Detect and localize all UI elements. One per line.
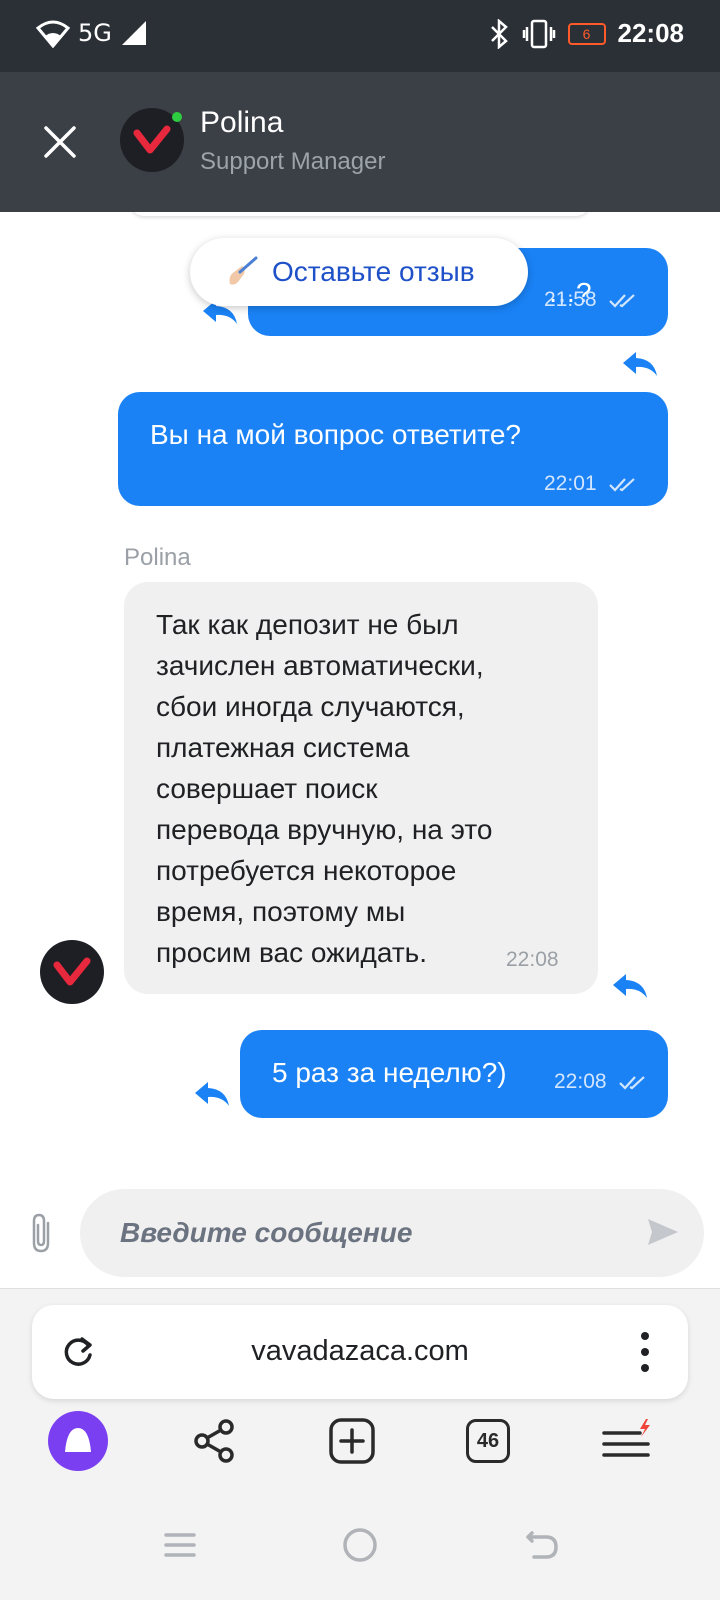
paperclip-icon[interactable] xyxy=(26,1211,58,1255)
new-tab-button[interactable] xyxy=(320,1409,384,1473)
more-vertical-icon[interactable] xyxy=(640,1331,650,1373)
message-input[interactable] xyxy=(120,1189,620,1277)
address-bar[interactable]: vavadazaca.com xyxy=(32,1305,688,1399)
send-icon[interactable] xyxy=(646,1215,680,1249)
agent-role: Support Manager xyxy=(200,148,386,175)
browser-bottom-bar: vavadazaca.com 46 xyxy=(0,1288,720,1600)
message-time: 22:01 xyxy=(544,472,597,495)
battery-icon: 6 xyxy=(567,22,606,45)
online-indicator xyxy=(172,112,182,122)
message-bubble-incoming[interactable]: Так как депозит не был зачислен автомати… xyxy=(124,582,598,994)
recent-apps-icon[interactable] xyxy=(156,1521,204,1569)
tabs-count: 46 xyxy=(466,1419,510,1463)
message-time: 22:08 xyxy=(506,948,559,971)
message-list[interactable]: …? 21:58 Оставьте отзыв Вы на мой вопрос… xyxy=(0,212,720,1287)
url-text: vavadazaca.com xyxy=(251,1335,469,1367)
home-icon[interactable] xyxy=(336,1521,384,1569)
feedback-label: Оставьте отзыв xyxy=(272,256,475,287)
agent-avatar xyxy=(120,108,184,172)
message-text: Вы на мой вопрос ответите? xyxy=(150,419,521,450)
reply-icon[interactable] xyxy=(620,348,660,380)
message-bubble-outgoing[interactable]: Вы на мой вопрос ответите? 22:01 xyxy=(118,392,668,506)
read-receipt-icon xyxy=(609,478,635,492)
browser-toolbar: 46 xyxy=(0,1409,720,1489)
read-receipt-icon xyxy=(619,1076,645,1090)
clock: 22:08 xyxy=(617,18,685,48)
message-bubble-outgoing[interactable]: 5 раз за неделю?) 22:08 xyxy=(240,1030,668,1118)
agent-name: Polina xyxy=(200,106,284,139)
wifi-icon xyxy=(36,20,70,48)
message-text: 5 раз за неделю?) xyxy=(272,1057,507,1088)
chat-header: Polina Support Manager xyxy=(0,72,720,212)
message-input-container xyxy=(80,1189,704,1277)
message-time: 21:58 xyxy=(544,288,597,311)
previous-message-edge xyxy=(130,212,590,216)
brand-logo xyxy=(133,125,171,154)
agent-avatar xyxy=(40,940,104,1004)
writing-hand-icon xyxy=(229,256,258,285)
feedback-button[interactable]: Оставьте отзыв xyxy=(190,238,528,306)
message-time: 22:08 xyxy=(554,1070,607,1093)
status-bar: 5G 6 22:08 xyxy=(0,0,720,72)
system-navigation-bar xyxy=(0,1509,720,1589)
tabs-button[interactable]: 46 xyxy=(456,1409,520,1473)
read-receipt-icon xyxy=(609,294,635,308)
network-type: 5G xyxy=(78,19,112,47)
menu-icon xyxy=(602,1419,650,1457)
signal-icon xyxy=(121,21,146,45)
menu-button[interactable] xyxy=(594,1409,658,1473)
reply-icon[interactable] xyxy=(192,1078,232,1110)
alice-icon xyxy=(48,1411,108,1471)
close-icon[interactable] xyxy=(40,122,80,162)
message-composer xyxy=(0,1175,720,1287)
share-button[interactable] xyxy=(182,1409,246,1473)
sender-name: Polina xyxy=(124,544,191,571)
alice-assistant-button[interactable] xyxy=(46,1409,110,1473)
message-text: Так как депозит не был зачислен автомати… xyxy=(156,609,493,968)
brand-logo xyxy=(53,957,91,986)
share-icon xyxy=(194,1419,234,1463)
vibrate-icon xyxy=(522,19,555,48)
reply-icon[interactable] xyxy=(610,970,650,1002)
back-icon[interactable] xyxy=(516,1521,564,1569)
bluetooth-icon xyxy=(490,18,508,49)
plus-square-icon xyxy=(329,1418,375,1464)
